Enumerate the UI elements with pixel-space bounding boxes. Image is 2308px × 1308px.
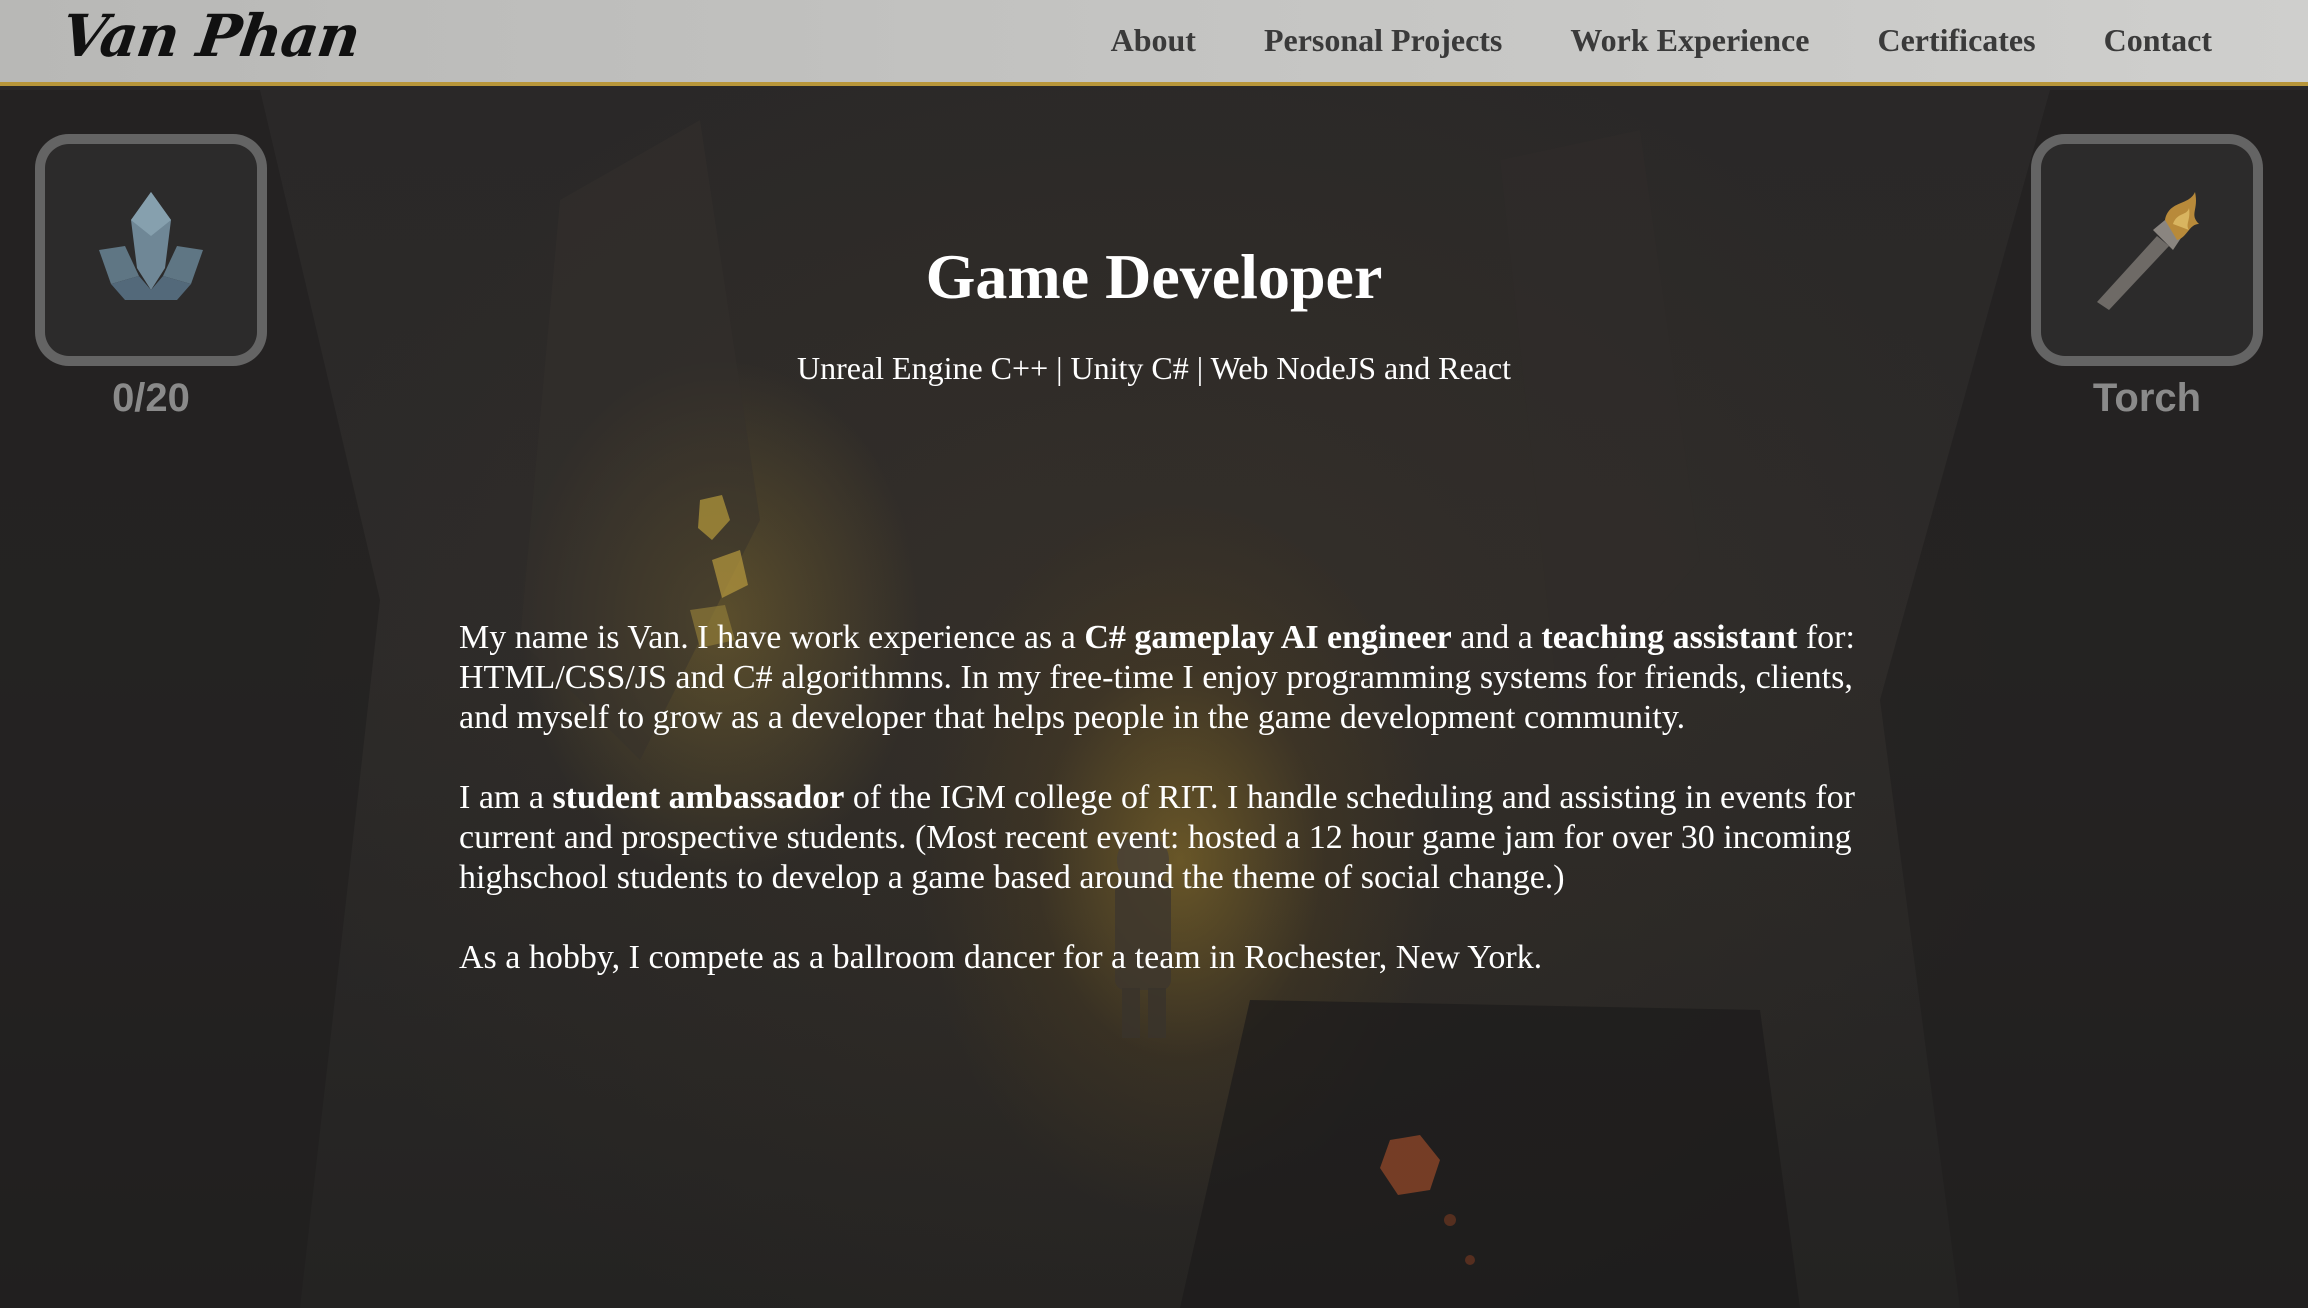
bio-paragraph-2: I am a student ambassador of the IGM col…: [459, 778, 1869, 898]
bio-p1-emphasis-teaching-assistant: teaching assistant: [1541, 619, 1798, 656]
bio-p2-text-a: I am a: [459, 779, 553, 816]
nav-contact[interactable]: Contact: [2104, 22, 2212, 59]
hero-title: Game Developer: [925, 241, 1383, 312]
hero-subtitle: Unreal Engine C++ | Unity C# | Web NodeJ…: [796, 350, 1512, 386]
about-bio: My name is Van. I have work experience a…: [459, 618, 1869, 1018]
navbar: Van Phan About Personal Projects Work Ex…: [0, 0, 2308, 86]
nav-work-experience[interactable]: Work Experience: [1570, 22, 1809, 59]
site-logo[interactable]: Van Phan: [57, 2, 364, 70]
nav-links: About Personal Projects Work Experience …: [1111, 22, 2212, 59]
bio-p1-text-c: and a: [1451, 619, 1542, 656]
nav-about[interactable]: About: [1111, 22, 1196, 59]
bio-p1-emphasis-ai-engineer: C# gameplay AI engineer: [1084, 619, 1452, 656]
nav-personal-projects[interactable]: Personal Projects: [1264, 22, 1502, 59]
bio-p1-text-a: My name is Van. I have work experience a…: [459, 619, 1085, 656]
bio-paragraph-3: As a hobby, I compete as a ballroom danc…: [459, 939, 1543, 976]
bio-paragraph-1: My name is Van. I have work experience a…: [459, 618, 1869, 738]
nav-certificates[interactable]: Certificates: [1877, 22, 2035, 59]
bio-p2-emphasis-student-ambassador: student ambassador: [552, 779, 845, 816]
